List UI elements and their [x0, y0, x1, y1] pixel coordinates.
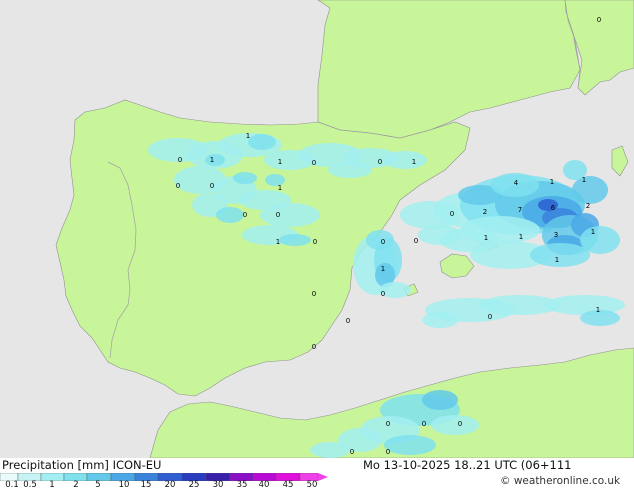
precip-cell — [530, 243, 590, 267]
precip-cell — [260, 203, 320, 227]
precip-cell — [572, 176, 608, 204]
precip-value-label: 0 — [488, 313, 492, 321]
precip-value-label: 0 — [350, 448, 354, 456]
precip-cell — [580, 226, 620, 254]
precip-value-label: 3 — [554, 231, 558, 239]
credit-text: © weatheronline.co.uk — [500, 475, 621, 487]
precip-cell — [279, 234, 311, 246]
precip-value-label: 1 — [596, 306, 600, 314]
precip-value-label: 0 — [386, 420, 390, 428]
legend-tick: 45 — [282, 480, 294, 490]
precip-value-label: 0 — [313, 238, 317, 246]
precip-value-label: 0 — [243, 211, 247, 219]
precip-value-label: 0 — [312, 159, 316, 167]
precip-value-label: 0 — [178, 156, 182, 164]
precip-value-label: 1 — [381, 265, 385, 273]
precip-cell — [422, 390, 458, 410]
precip-value-label: 1 — [484, 234, 488, 242]
legend-tick: 40 — [258, 480, 270, 490]
legend-tick: 15 — [140, 480, 152, 490]
precip-value-label: 1 — [550, 178, 554, 186]
precip-value-label: 6 — [551, 204, 556, 212]
valid-time: Mo 13-10-2025 18..21 UTC (06+111 — [363, 458, 572, 472]
legend-tick: 35 — [236, 480, 248, 490]
precip-value-label: 0 — [386, 448, 390, 456]
precip-value-label: 0 — [422, 420, 426, 428]
precip-cell — [422, 312, 458, 328]
precip-value-label: 1 — [278, 158, 282, 166]
legend-tick: 5 — [95, 480, 101, 490]
legend-tick-labels: 0.1 0.5 1 2 5 10 15 20 25 30 35 40 45 50 — [0, 481, 330, 490]
precip-cell — [310, 442, 350, 458]
precip-cell — [248, 134, 276, 150]
precip-value-label: 0 — [210, 182, 214, 190]
precip-value-label: 2 — [483, 208, 487, 216]
legend-tick: 0.1 — [5, 480, 19, 490]
precip-value-label: 0 — [450, 210, 454, 218]
precip-value-label: 0 — [346, 317, 350, 325]
precip-cell — [384, 435, 436, 455]
precip-value-label: 2 — [586, 202, 590, 210]
legend-tick: 50 — [306, 480, 318, 490]
precip-cell — [205, 154, 225, 166]
precip-value-label: 0 — [458, 420, 462, 428]
legend-tick: 0.5 — [23, 480, 37, 490]
precip-cell — [233, 172, 257, 184]
precip-value-label: 0 — [381, 290, 385, 298]
legend-tick: 20 — [164, 480, 176, 490]
precip-cell — [328, 162, 372, 178]
precip-cell — [431, 415, 479, 435]
map-canvas: 1 0 1 1 0 0 1 0 0 1 0 0 1 0 0 0 2 4 1 1 7 6 2 0 1 1 1 3 1 1 0 0 0 0 1 0 0 0 0 0… — [0, 0, 634, 458]
legend-tick: 1 — [49, 480, 55, 490]
precip-value-label: 1 — [276, 238, 280, 246]
precip-value-label: 7 — [518, 206, 522, 214]
precip-value-label: 1 — [246, 132, 250, 140]
legend-tick: 2 — [73, 480, 79, 490]
precip-value-label: 1 — [591, 228, 595, 236]
legend-arrow — [318, 473, 328, 481]
legend-tick: 25 — [188, 480, 200, 490]
precip-cell — [383, 151, 427, 169]
precip-value-label: 0 — [276, 211, 280, 219]
precip-value-label: 0 — [176, 182, 180, 190]
precip-value-label: 1 — [210, 156, 214, 164]
precip-value-label: 0 — [381, 238, 385, 246]
precip-value-label: 1 — [582, 176, 586, 184]
map-title: Precipitation [mm] ICON-EU — [2, 458, 162, 472]
precip-value-label: 0 — [312, 290, 316, 298]
legend-tick: 10 — [118, 480, 130, 490]
precip-value-label: 0 — [312, 343, 316, 351]
precip-value-label: 4 — [514, 179, 519, 187]
legend-tick: 30 — [212, 480, 224, 490]
precip-cell — [216, 207, 244, 223]
precip-value-label: 1 — [278, 184, 282, 192]
precip-value-label: 0 — [414, 237, 418, 245]
precip-value-label: 1 — [519, 233, 523, 241]
precipitation-map: 1 0 1 1 0 0 1 0 0 1 0 0 1 0 0 0 2 4 1 1 7 6 2 0 1 1 1 3 1 1 0 0 0 0 1 0 0 0 0 0… — [0, 0, 634, 458]
precip-value-label: 1 — [412, 158, 416, 166]
map-footer: Precipitation [mm] ICON-EU Mo 13-10-2025… — [0, 458, 634, 490]
precip-value-label: 1 — [555, 256, 559, 264]
precip-value-label: 0 — [597, 16, 601, 24]
precip-cell — [418, 225, 462, 245]
precip-value-label: 0 — [378, 158, 382, 166]
